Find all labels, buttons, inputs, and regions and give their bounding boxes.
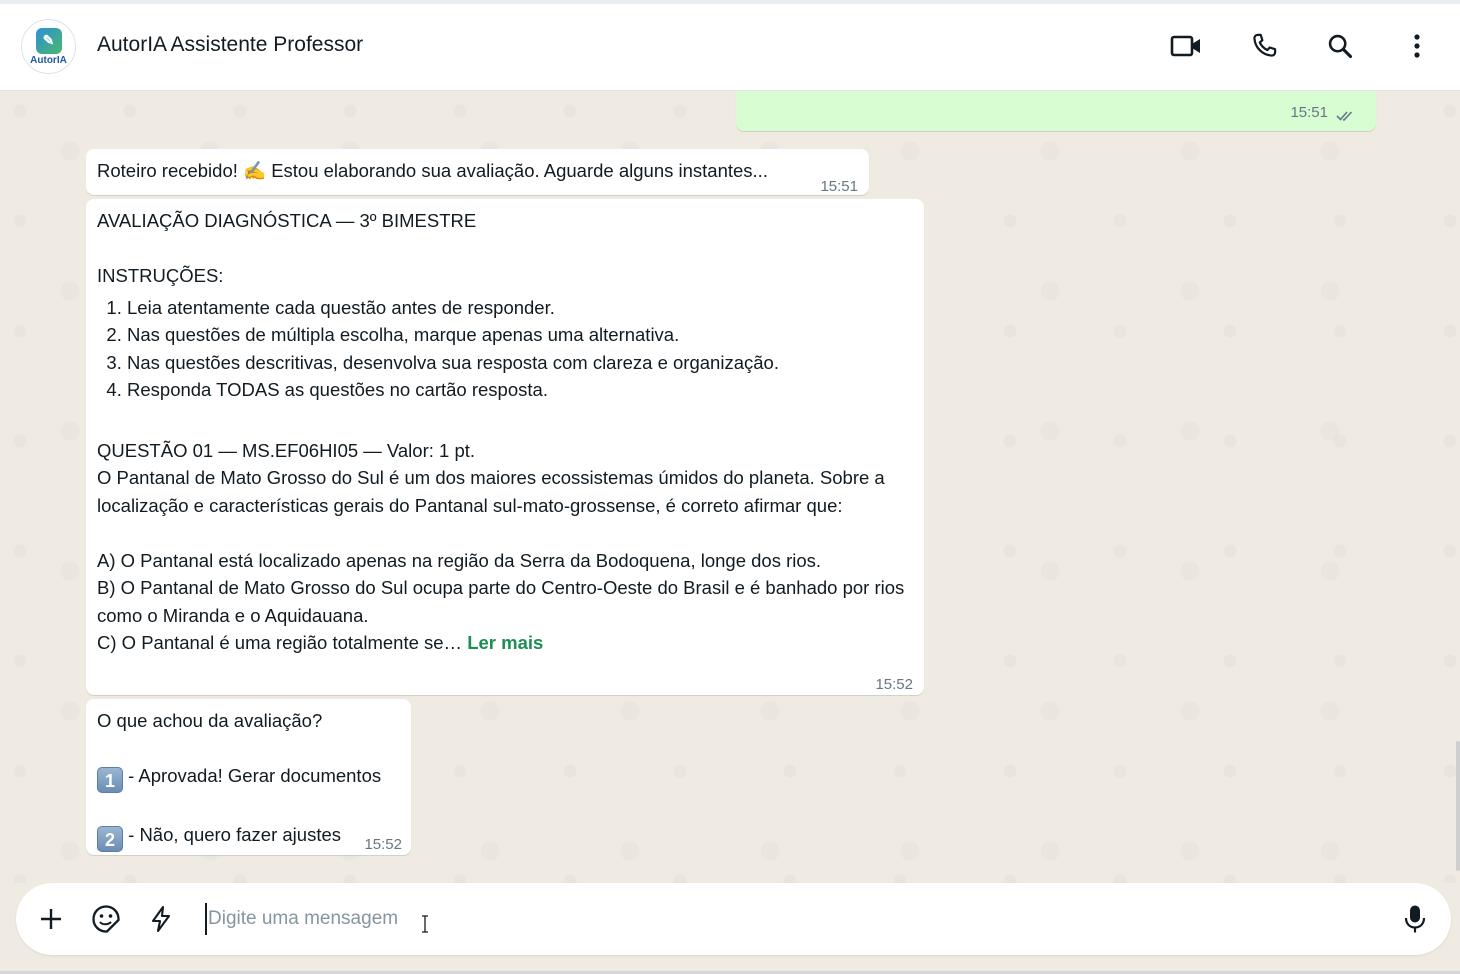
instruction-item: Nas questões descritivas, desenvolva sua… — [127, 349, 912, 377]
instruction-item: Nas questões de múltipla escolha, marque… — [127, 321, 912, 349]
search-icon[interactable] — [1322, 28, 1358, 64]
feedback-option-2: 2 - Não, quero fazer ajustes — [97, 821, 381, 852]
feedback-content: O que achou da avaliação? 1 - Aprovada! … — [97, 707, 381, 852]
instruction-item: Leia atentamente cada questão antes de r… — [127, 294, 912, 322]
question-text: O Pantanal de Mato Grosso do Sul é um do… — [97, 467, 885, 516]
microphone-icon[interactable] — [1397, 901, 1433, 937]
read-more-link[interactable]: Ler mais — [467, 632, 543, 653]
feedback-question: O que achou da avaliação? — [97, 710, 323, 731]
keycap-two-icon: 2 — [97, 825, 123, 852]
menu-icon[interactable] — [1399, 28, 1435, 64]
composer-area — [0, 883, 1460, 974]
feedback-option-1: 1 - Aprovada! Gerar documentos — [97, 762, 381, 793]
message-input[interactable] — [205, 903, 1385, 935]
option-c-line: C) O Pantanal é uma região totalmente se… — [97, 629, 912, 657]
outgoing-message-bubble[interactable]: 15:51 — [736, 91, 1376, 131]
feedback-option-2-label: - Não, quero fazer ajustes — [123, 823, 341, 845]
sticker-icon[interactable] — [88, 901, 124, 937]
option-a: A) O Pantanal está localizado apenas na … — [97, 549, 822, 571]
book-logo-icon: ✎ — [35, 27, 62, 54]
question-header: QUESTÃO 01 — MS.EF06HI05 — Valor: 1 pt. — [97, 439, 476, 461]
assessment-heading: AVALIAÇÃO DIAGNÓSTICA — 3º BIMESTRE — [97, 210, 477, 231]
avatar[interactable]: ✎ AutorIA — [21, 19, 76, 74]
chat-header: ✎ AutorIA AutorIA Assistente Professor — [0, 4, 1460, 91]
instructions-label: INSTRUÇÕES: — [97, 265, 224, 286]
plus-icon[interactable] — [33, 901, 69, 937]
instructions-list: Leia atentamente cada questão antes de r… — [97, 294, 912, 404]
message-time: 15:51 — [1290, 104, 1328, 121]
incoming-message-bubble[interactable]: Roteiro recebido! ✍️ Estou elaborando su… — [86, 149, 869, 195]
chat-area[interactable]: 15:51 Roteiro recebido! ✍️ Estou elabora… — [0, 91, 1460, 883]
avatar-label: AutorIA — [30, 54, 67, 66]
chat-scrollbar[interactable] — [1456, 741, 1460, 871]
feedback-message-bubble[interactable]: O que achou da avaliação? 1 - Aprovada! … — [86, 699, 411, 855]
message-time: 15:51 — [820, 178, 858, 195]
message-time: 15:52 — [875, 676, 913, 693]
instruction-item: Responda TODAS as questões no cartão res… — [127, 376, 912, 404]
lightning-icon[interactable] — [143, 901, 179, 937]
chat-title[interactable]: AutorIA Assistente Professor — [97, 33, 363, 57]
message-text: Roteiro recebido! ✍️ Estou elaborando su… — [97, 160, 768, 181]
assessment-content: AVALIAÇÃO DIAGNÓSTICA — 3º BIMESTRE INST… — [97, 207, 912, 657]
assessment-message-bubble[interactable]: AVALIAÇÃO DIAGNÓSTICA — 3º BIMESTRE INST… — [86, 199, 924, 695]
double-check-icon — [1336, 102, 1356, 130]
keycap-one-icon: 1 — [97, 767, 123, 793]
option-b: B) O Pantanal de Mato Grosso do Sul ocup… — [97, 577, 905, 626]
voice-call-icon[interactable] — [1246, 28, 1282, 64]
message-composer — [16, 883, 1451, 955]
video-call-icon[interactable] — [1168, 28, 1204, 64]
message-time: 15:52 — [364, 836, 402, 853]
text-cursor-icon — [421, 915, 429, 933]
feedback-option-1-label: - Aprovada! Gerar documentos — [123, 765, 382, 786]
option-c: C) O Pantanal é uma região totalmente se… — [97, 632, 463, 653]
